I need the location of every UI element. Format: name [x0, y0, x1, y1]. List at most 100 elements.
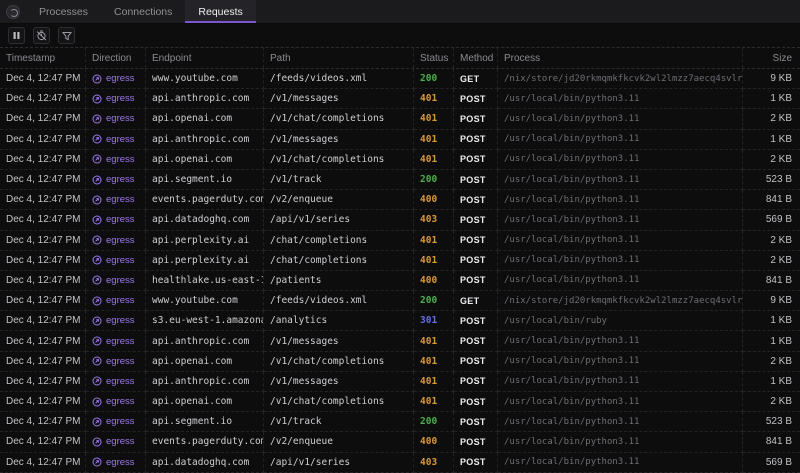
- size-cell: 569 B: [743, 210, 800, 231]
- egress-icon: [92, 215, 102, 225]
- path-cell: /v1/track: [264, 412, 414, 433]
- egress-icon: [92, 255, 102, 265]
- direction-cell: egress: [86, 412, 146, 433]
- tab-requests[interactable]: Requests: [185, 0, 257, 23]
- column-header-process[interactable]: Process: [498, 48, 743, 68]
- path-cell: /v2/enqueue: [264, 190, 414, 211]
- endpoint-cell: api.perplexity.ai: [146, 230, 264, 251]
- table-row[interactable]: Dec 4, 12:47 PM egress events.pagerduty.co…: [0, 190, 800, 211]
- status-cell: 200: [414, 291, 454, 312]
- endpoint-cell: www.youtube.com: [146, 291, 264, 312]
- egress-icon: [92, 296, 102, 306]
- process-cell: /usr/local/bin/python3.11: [498, 169, 743, 191]
- timestamp-cell: Dec 4, 12:47 PM: [0, 89, 86, 110]
- column-header-endpoint[interactable]: Endpoint: [146, 48, 264, 68]
- path-cell: /v1/chat/completions: [264, 149, 414, 170]
- timestamp-cell: Dec 4, 12:47 PM: [0, 129, 86, 150]
- table-row[interactable]: Dec 4, 12:47 PM egress api.datadoghq.com/a…: [0, 210, 800, 231]
- table-row[interactable]: Dec 4, 12:47 PM egress healthlake.us-east-…: [0, 270, 800, 292]
- table-row[interactable]: Dec 4, 12:47 PM egress api.anthropic.com/v…: [0, 129, 800, 150]
- column-header-method[interactable]: Method: [454, 48, 498, 68]
- direction-label: egress: [106, 93, 135, 105]
- column-header-path[interactable]: Path: [264, 48, 414, 68]
- timer-off-button[interactable]: [33, 27, 50, 44]
- egress-icon: [92, 275, 102, 285]
- direction-label: egress: [106, 315, 135, 327]
- table-row[interactable]: Dec 4, 12:47 PM egress api.openai.com/v1/c…: [0, 149, 800, 170]
- table-row[interactable]: Dec 4, 12:47 PM egress api.openai.com/v1/c…: [0, 109, 800, 130]
- table-row[interactable]: Dec 4, 12:47 PM egress api.anthropic.com/v…: [0, 371, 800, 392]
- tab-processes[interactable]: Processes: [26, 0, 101, 23]
- status-cell: 200: [414, 169, 454, 191]
- table-row[interactable]: Dec 4, 12:47 PM egress api.datadoghq.com/a…: [0, 452, 800, 473]
- size-cell: 841 B: [743, 432, 800, 453]
- app-logo[interactable]: [0, 0, 26, 23]
- status-cell: 401: [414, 392, 454, 413]
- size-cell: 9 KB: [743, 69, 800, 90]
- column-header-direction[interactable]: Direction: [86, 48, 146, 68]
- filter-icon: [61, 31, 72, 40]
- requests-toolbar: [0, 24, 800, 48]
- timestamp-cell: Dec 4, 12:47 PM: [0, 230, 86, 251]
- table-row[interactable]: Dec 4, 12:47 PM egress api.openai.com/v1/c…: [0, 392, 800, 413]
- path-cell: /v1/track: [264, 169, 414, 191]
- timestamp-cell: Dec 4, 12:47 PM: [0, 291, 86, 312]
- timestamp-cell: Dec 4, 12:47 PM: [0, 169, 86, 191]
- direction-cell: egress: [86, 230, 146, 251]
- size-cell: 569 B: [743, 453, 800, 473]
- table-row[interactable]: Dec 4, 12:47 PM egress api.segment.io/v1/t…: [0, 169, 800, 191]
- egress-icon: [92, 74, 102, 84]
- column-header-timestamp[interactable]: Timestamp: [0, 48, 86, 68]
- table-row[interactable]: Dec 4, 12:47 PM egress www.youtube.com/fee…: [0, 291, 800, 312]
- size-cell: 1 KB: [743, 331, 800, 352]
- table-row[interactable]: Dec 4, 12:47 PM egress events.pagerduty.co…: [0, 432, 800, 453]
- timestamp-cell: Dec 4, 12:47 PM: [0, 190, 86, 211]
- direction-cell: egress: [86, 291, 146, 312]
- size-cell: 1 KB: [743, 372, 800, 392]
- direction-label: egress: [106, 295, 135, 307]
- method-cell: GET: [454, 69, 498, 90]
- filter-button[interactable]: [58, 27, 75, 44]
- method-cell: POST: [454, 230, 498, 251]
- process-cell: /usr/local/bin/python3.11: [498, 392, 743, 413]
- tab-connections[interactable]: Connections: [101, 0, 185, 23]
- direction-label: egress: [106, 113, 135, 125]
- egress-icon: [92, 134, 102, 144]
- column-header-size[interactable]: Size: [743, 48, 800, 68]
- direction-cell: egress: [86, 270, 146, 292]
- process-cell: /usr/local/bin/python3.11: [498, 210, 743, 231]
- endpoint-cell: api.anthropic.com: [146, 331, 264, 352]
- table-row[interactable]: Dec 4, 12:47 PM egress api.perplexity.ai/c…: [0, 250, 800, 271]
- table-row[interactable]: Dec 4, 12:47 PM egress api.segment.io/v1/t…: [0, 412, 800, 433]
- size-cell: 2 KB: [743, 352, 800, 372]
- direction-label: egress: [106, 214, 135, 226]
- timer-off-icon: [36, 30, 47, 41]
- table-row[interactable]: Dec 4, 12:47 PM egress s3.eu-west-1.amazon…: [0, 311, 800, 332]
- egress-icon: [92, 356, 102, 366]
- path-cell: /api/v1/series: [264, 210, 414, 231]
- status-cell: 400: [414, 190, 454, 211]
- direction-label: egress: [106, 274, 135, 286]
- table-row[interactable]: Dec 4, 12:47 PM egress api.perplexity.ai/c…: [0, 230, 800, 251]
- endpoint-cell: events.pagerduty.com: [146, 432, 264, 453]
- size-cell: 2 KB: [743, 109, 800, 130]
- direction-cell: egress: [86, 89, 146, 110]
- method-cell: POST: [454, 169, 498, 191]
- process-cell: /usr/local/bin/python3.11: [498, 270, 743, 292]
- status-cell: 403: [414, 210, 454, 231]
- status-cell: 200: [414, 412, 454, 433]
- path-cell: /v1/chat/completions: [264, 392, 414, 413]
- table-row[interactable]: Dec 4, 12:47 PM egress www.youtube.com/fee…: [0, 69, 800, 90]
- egress-icon: [92, 376, 102, 386]
- table-row[interactable]: Dec 4, 12:47 PM egress api.anthropic.com/v…: [0, 331, 800, 352]
- path-cell: /feeds/videos.xml: [264, 69, 414, 90]
- egress-icon: [92, 175, 102, 185]
- path-cell: /v1/messages: [264, 89, 414, 110]
- endpoint-cell: api.openai.com: [146, 351, 264, 372]
- table-row[interactable]: Dec 4, 12:47 PM egress api.openai.com/v1/c…: [0, 351, 800, 372]
- process-cell: /nix/store/jd20rkmqmkfkcvk2wl2lmzz7aecq4…: [498, 69, 743, 90]
- table-row[interactable]: Dec 4, 12:47 PM egress api.anthropic.com/v…: [0, 89, 800, 110]
- column-header-status[interactable]: Status: [414, 48, 454, 68]
- pause-button[interactable]: [8, 27, 25, 44]
- size-cell: 2 KB: [743, 392, 800, 413]
